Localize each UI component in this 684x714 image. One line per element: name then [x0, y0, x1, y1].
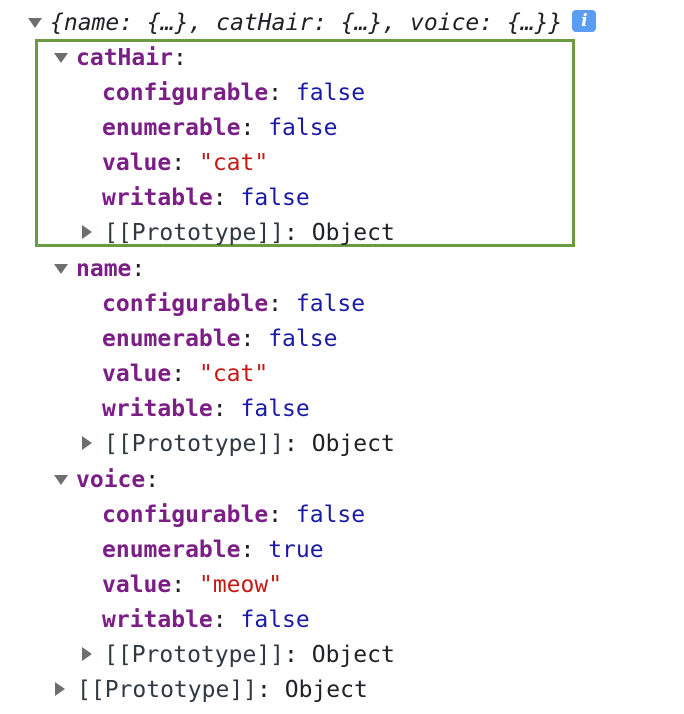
triangle-right-icon[interactable]	[55, 681, 65, 696]
colon: :	[240, 326, 255, 352]
descriptor-key: configurable	[102, 502, 269, 528]
descriptor-key: writable	[102, 607, 213, 633]
descriptor-key: writable	[102, 396, 213, 422]
colon: :	[171, 150, 186, 176]
root-prototype-row[interactable]: [[Prototype]]: Object	[55, 673, 368, 708]
colon: :	[268, 502, 283, 528]
descriptor-value: false	[268, 326, 338, 352]
property-row-name[interactable]: name:	[54, 252, 145, 287]
colon: :	[268, 80, 283, 106]
root-object-summary: {name: {…}, catHair: {…}, voice: {…}}	[50, 10, 563, 36]
descriptor-enumerable: enumerable: false	[102, 111, 337, 146]
prototype-value: Object	[311, 642, 395, 668]
colon: :	[212, 185, 227, 211]
prototype-row[interactable]: [[Prototype]]: Object	[82, 427, 395, 462]
prototype-label: [[Prototype]]	[104, 642, 285, 668]
descriptor-key: value	[102, 150, 172, 176]
descriptor-key: enumerable	[102, 326, 241, 352]
descriptor-value: "cat"	[198, 150, 269, 176]
descriptor-key: value	[102, 361, 172, 387]
colon: :	[212, 607, 227, 633]
descriptor-value: value: "cat"	[102, 357, 268, 392]
descriptor-value: false	[240, 185, 310, 211]
triangle-down-icon[interactable]	[54, 263, 68, 274]
descriptor-value: false	[240, 396, 310, 422]
triangle-down-icon[interactable]	[28, 17, 42, 28]
property-key: catHair	[76, 45, 173, 71]
descriptor-configurable: configurable: false	[102, 287, 365, 322]
descriptor-configurable: configurable: false	[102, 498, 365, 533]
descriptor-key: configurable	[102, 80, 269, 106]
colon: :	[284, 642, 298, 668]
colon: :	[240, 537, 255, 563]
descriptor-key: enumerable	[102, 115, 241, 141]
prototype-row[interactable]: [[Prototype]]: Object	[82, 638, 395, 673]
colon: :	[172, 45, 187, 71]
descriptor-enumerable: enumerable: false	[102, 322, 337, 357]
descriptor-writable: writable: false	[102, 181, 310, 216]
triangle-right-icon[interactable]	[82, 646, 92, 661]
colon: :	[257, 677, 271, 703]
descriptor-value: value: "meow"	[102, 568, 282, 603]
descriptor-key: value	[102, 572, 172, 598]
triangle-down-icon[interactable]	[54, 474, 68, 485]
colon: :	[284, 431, 298, 457]
colon: :	[171, 572, 186, 598]
descriptor-key: writable	[102, 185, 213, 211]
prototype-label: [[Prototype]]	[104, 431, 285, 457]
prototype-label: [[Prototype]]	[104, 220, 285, 246]
prototype-value: Object	[311, 431, 395, 457]
property-row-cathair[interactable]: catHair:	[54, 41, 187, 76]
colon: :	[171, 361, 186, 387]
descriptor-value: "meow"	[198, 572, 283, 598]
colon: :	[212, 396, 227, 422]
descriptor-value: false	[240, 607, 310, 633]
triangle-right-icon[interactable]	[82, 224, 92, 239]
prototype-value: Object	[311, 220, 395, 246]
property-row-voice[interactable]: voice:	[54, 463, 159, 498]
descriptor-value: true	[268, 537, 324, 563]
colon: :	[268, 291, 283, 317]
colon: :	[145, 467, 160, 493]
root-object-row[interactable]: {name: {…}, catHair: {…}, voice: {…}} i	[28, 6, 597, 41]
descriptor-value: "cat"	[198, 361, 269, 387]
descriptor-writable: writable: false	[102, 603, 310, 638]
info-icon[interactable]: i	[572, 9, 597, 32]
colon: :	[240, 115, 255, 141]
property-key: name	[76, 256, 132, 282]
colon: :	[284, 220, 298, 246]
descriptor-key: configurable	[102, 291, 269, 317]
descriptor-writable: writable: false	[102, 392, 310, 427]
descriptor-value: false	[268, 115, 338, 141]
prototype-row[interactable]: [[Prototype]]: Object	[82, 216, 395, 251]
colon: :	[131, 256, 146, 282]
triangle-right-icon[interactable]	[82, 435, 92, 450]
descriptor-value: false	[295, 291, 366, 317]
property-key: voice	[76, 467, 146, 493]
prototype-label: [[Prototype]]	[77, 677, 258, 703]
prototype-value: Object	[284, 677, 368, 703]
descriptor-value: false	[295, 80, 366, 106]
descriptor-enumerable: enumerable: true	[102, 533, 324, 568]
triangle-down-icon[interactable]	[54, 52, 68, 63]
descriptor-key: enumerable	[102, 537, 241, 563]
descriptor-configurable: configurable: false	[102, 76, 365, 111]
descriptor-value: value: "cat"	[102, 146, 268, 181]
descriptor-value: false	[295, 502, 366, 528]
